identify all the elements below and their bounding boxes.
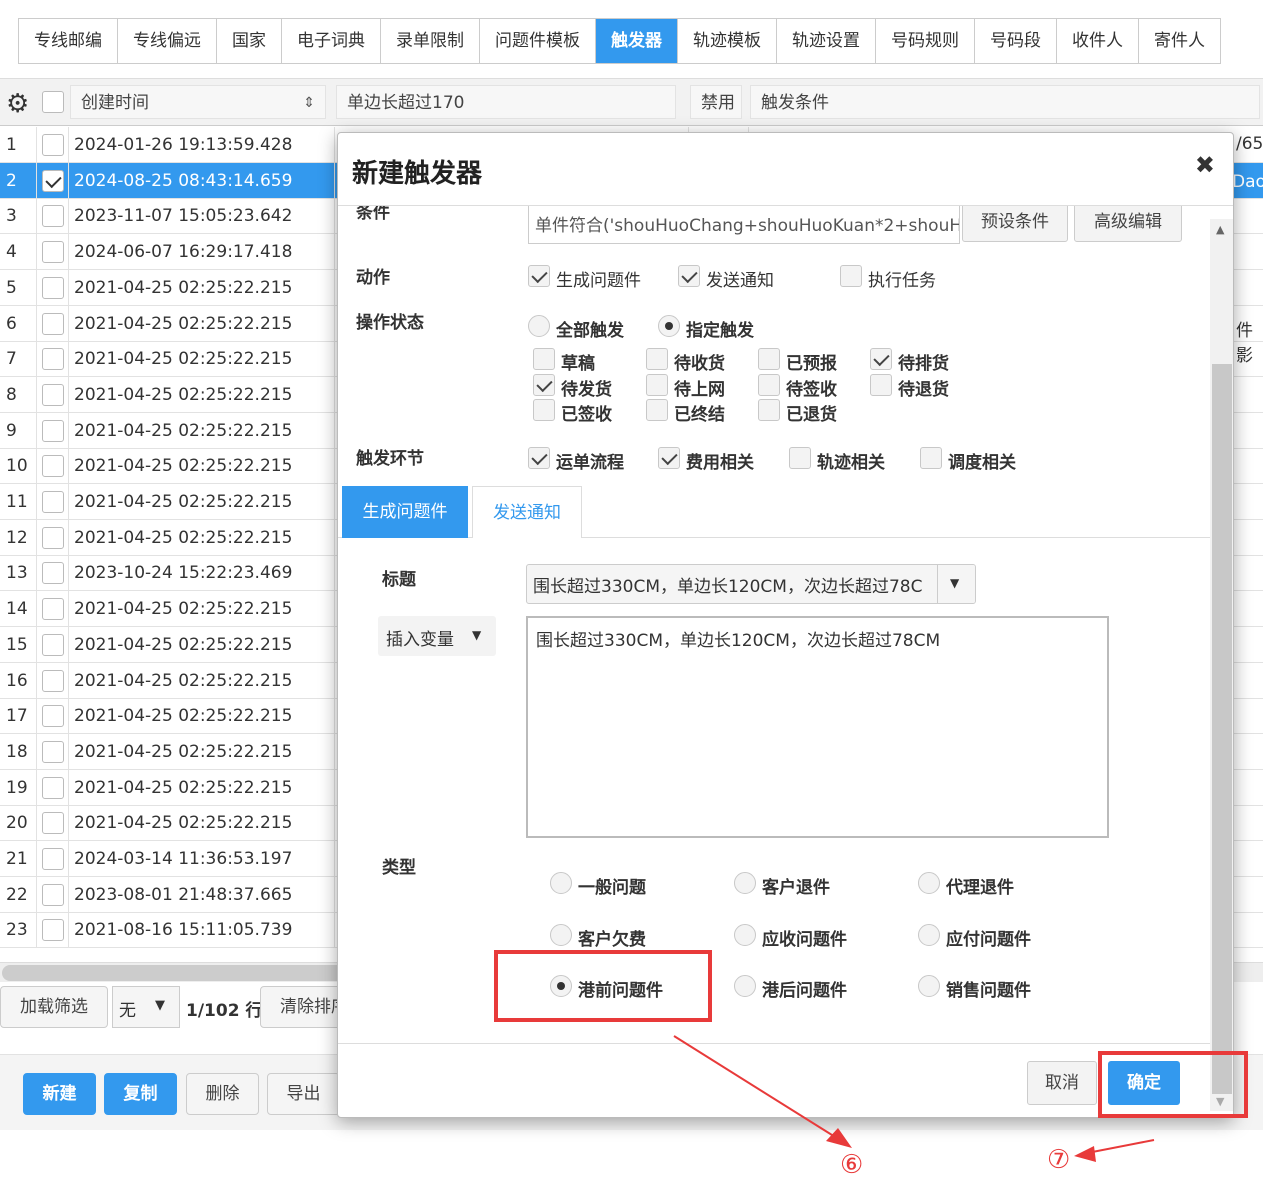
step-7-marker: ⑦ <box>1047 1145 1071 1175</box>
step-6-marker: ⑥ <box>840 1150 864 1180</box>
annotation-arrows <box>673 1035 1155 1162</box>
